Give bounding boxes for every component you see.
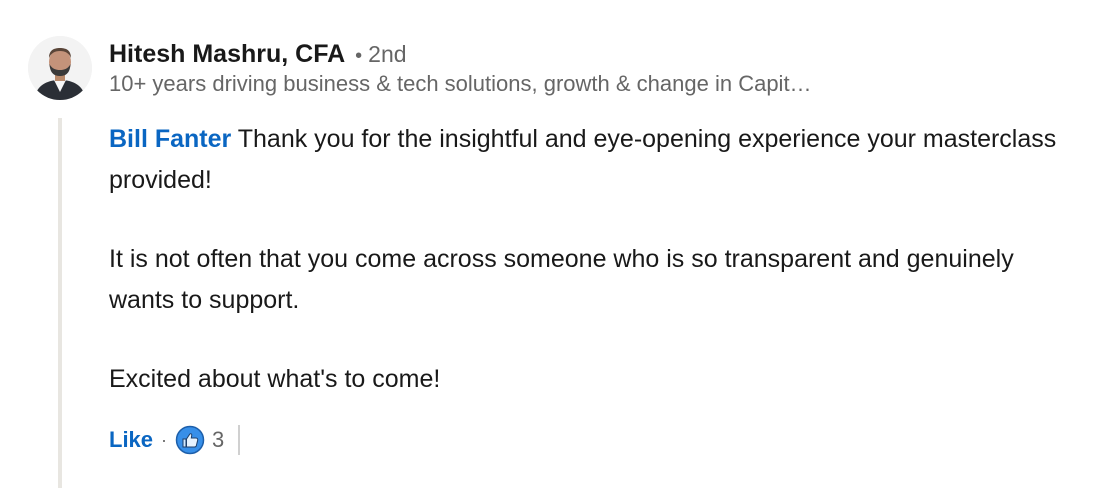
comment-paragraph: Bill Fanter Thank you for the insightful… <box>109 119 1079 201</box>
comment-header: Hitesh Mashru, CFA • 2nd 10+ years drivi… <box>109 36 1089 98</box>
author-headline: 10+ years driving business & tech soluti… <box>109 71 812 96</box>
comment-paragraph-text: Thank you for the insightful and eye-ope… <box>109 125 1057 194</box>
like-button[interactable]: Like <box>109 427 153 453</box>
reaction-count[interactable]: 3 <box>212 427 224 453</box>
comment-actions: Like · 3 <box>109 420 241 460</box>
thumbs-up-icon[interactable] <box>175 425 205 455</box>
comment-paragraph: It is not often that you come across som… <box>109 245 1014 314</box>
degree-separator: • <box>355 45 363 67</box>
author-row: Hitesh Mashru, CFA • 2nd <box>109 36 1089 72</box>
avatar[interactable] <box>28 36 92 100</box>
avatar-photo <box>28 36 92 100</box>
action-divider <box>238 425 241 455</box>
mention-link[interactable]: Bill Fanter <box>109 125 231 153</box>
action-separator: · <box>161 429 168 450</box>
comment-text: Bill Fanter Thank you for the insightful… <box>109 119 1079 438</box>
connection-degree: 2nd <box>368 41 407 67</box>
comment-paragraph: Excited about what's to come! <box>109 365 441 393</box>
thread-line <box>58 118 62 488</box>
author-name[interactable]: Hitesh Mashru, CFA <box>109 36 345 72</box>
